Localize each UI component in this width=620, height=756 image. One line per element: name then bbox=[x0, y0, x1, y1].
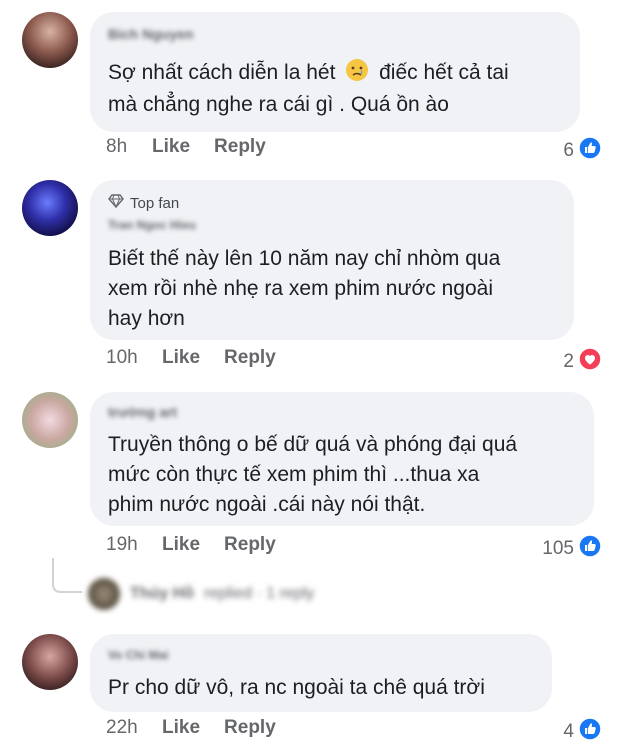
crying-face-icon bbox=[345, 58, 369, 91]
thread-connector bbox=[52, 558, 82, 593]
reply-button[interactable]: Reply bbox=[224, 717, 276, 739]
comment-meta: 10h Like Reply bbox=[106, 347, 276, 369]
reaction-count: 4 bbox=[563, 721, 574, 742]
like-button[interactable]: Like bbox=[162, 347, 200, 369]
reply-avatar bbox=[88, 578, 120, 610]
comment-time[interactable]: 10h bbox=[106, 347, 162, 369]
reply-button[interactable]: Reply bbox=[224, 347, 276, 369]
comment-text-line: phim nước ngoài .cái này nói thật. bbox=[108, 493, 426, 516]
love-icon bbox=[578, 347, 602, 377]
comment-text-line: hay hơn bbox=[108, 307, 185, 330]
reaction-count: 105 bbox=[542, 538, 574, 559]
reply-summary-text: replied · 1 reply bbox=[204, 585, 315, 602]
comment-time[interactable]: 19h bbox=[106, 534, 162, 556]
reaction-summary[interactable]: 2 bbox=[563, 347, 602, 377]
comment-text-line: xem rồi nhè nhẹ ra xem phim nước ngoài bbox=[108, 277, 494, 300]
comment-author[interactable]: trường art bbox=[108, 404, 177, 420]
comment-text-line: Truyền thông o bế dữ quá và phóng đại qu… bbox=[108, 433, 518, 456]
comment-text-line: Pr cho dữ vô, ra nc ngoài ta chê quá trờ… bbox=[108, 676, 485, 699]
comment-author[interactable]: Vo Chi Mai bbox=[108, 648, 168, 662]
avatar[interactable] bbox=[22, 634, 78, 690]
top-fan-label: Top fan bbox=[130, 194, 180, 212]
like-button[interactable]: Like bbox=[162, 534, 200, 556]
reply-author: Thúy Hồ bbox=[130, 585, 194, 602]
comment-text-line: mà chẳng nghe ra cái gì . Quá ồn ào bbox=[108, 93, 449, 116]
diamond-icon bbox=[108, 194, 124, 212]
reply-button[interactable]: Reply bbox=[214, 136, 266, 158]
top-fan-badge: Top fan bbox=[108, 194, 179, 212]
comment-meta: 19h Like Reply bbox=[106, 534, 276, 556]
comment-meta: 22h Like Reply bbox=[106, 717, 276, 739]
like-button[interactable]: Like bbox=[152, 136, 190, 158]
comment-text-line: Biết thế này lên 10 năm nay chỉ nhòm qua bbox=[108, 247, 501, 270]
reaction-count: 6 bbox=[563, 140, 574, 161]
comment-time[interactable]: 22h bbox=[106, 717, 162, 739]
reaction-summary[interactable]: 105 bbox=[542, 534, 602, 564]
like-icon bbox=[578, 136, 602, 166]
replies-summary[interactable]: Thúy Hồ replied · 1 reply bbox=[88, 578, 314, 610]
comment-text-line: mức còn thực tế xem phim thì ...thua xa bbox=[108, 463, 480, 486]
like-icon bbox=[578, 534, 602, 564]
reaction-summary[interactable]: 4 bbox=[563, 717, 602, 747]
reaction-count: 2 bbox=[563, 351, 574, 372]
avatar[interactable] bbox=[22, 392, 78, 448]
avatar[interactable] bbox=[22, 12, 78, 68]
comment-author[interactable]: Bich Nguyen bbox=[108, 26, 194, 42]
avatar[interactable] bbox=[22, 180, 78, 236]
like-icon bbox=[578, 717, 602, 747]
comment-meta: 8h Like Reply bbox=[106, 136, 266, 158]
comment-time[interactable]: 8h bbox=[106, 136, 152, 158]
reaction-summary[interactable]: 6 bbox=[563, 136, 602, 166]
like-button[interactable]: Like bbox=[162, 717, 200, 739]
comment-text: Sợ nhất cách diễn la hét điếc hết cả tai bbox=[108, 58, 509, 91]
reply-button[interactable]: Reply bbox=[224, 534, 276, 556]
comment-author[interactable]: Tran Ngoc Hieu bbox=[108, 218, 196, 232]
